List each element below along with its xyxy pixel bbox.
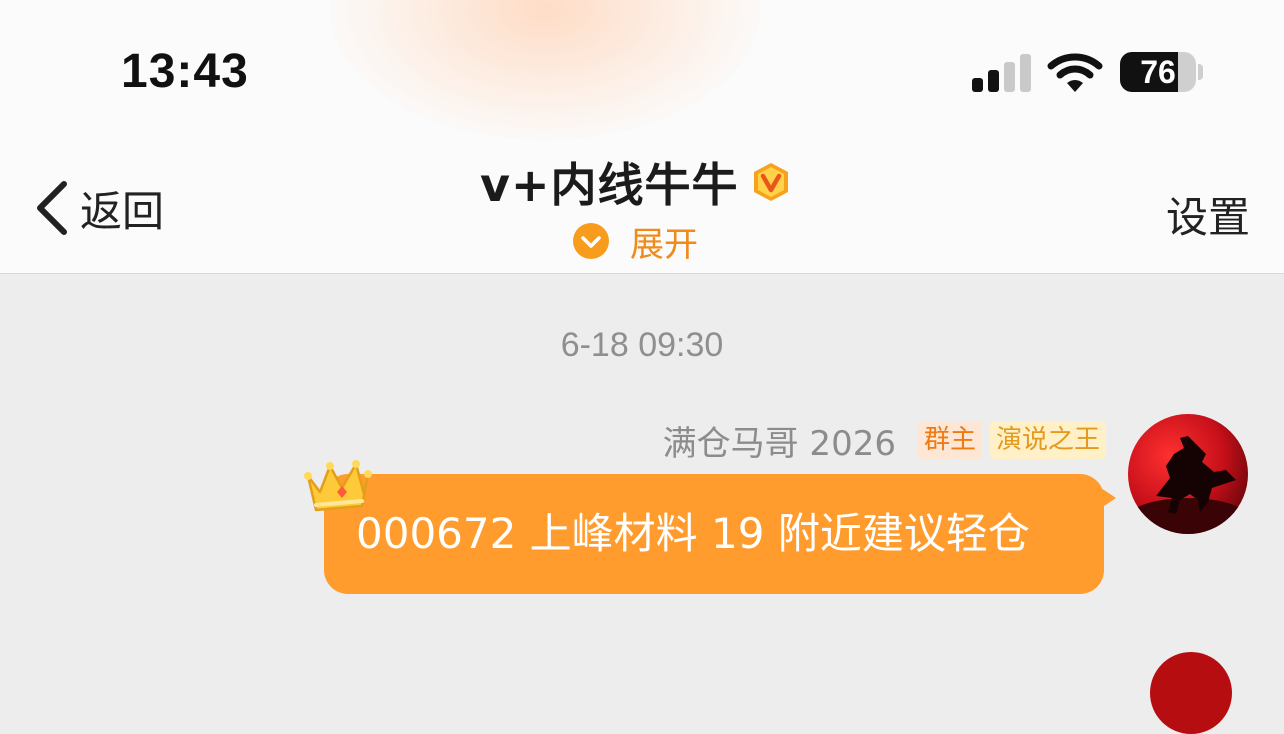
header-glow: [330, 0, 760, 140]
battery-cap: [1198, 64, 1203, 80]
crown-icon: [304, 460, 372, 512]
chat-title: v+内线牛牛: [480, 158, 739, 212]
avatar[interactable]: [1128, 414, 1248, 534]
v-badge-icon: [753, 163, 788, 201]
chat-title-group[interactable]: v+内线牛牛: [480, 152, 791, 212]
wifi-icon: [1047, 53, 1103, 92]
sender-name: 满仓马哥 2026: [662, 423, 896, 464]
chevron-left-icon: [37, 181, 67, 235]
message-timestamp: 6-18 09:30: [560, 326, 724, 364]
sender-info: 满仓马哥 2026 群主 演说之王: [662, 418, 1106, 464]
chevron-down-circle-icon: [573, 223, 609, 259]
battery-icon: 76: [1120, 52, 1196, 92]
top-header-area: 13:43 76 返回 v+内线牛牛 展开 设置: [0, 0, 1284, 274]
message-bubble[interactable]: 000672 上峰材料 19 附近建议轻仓: [324, 474, 1104, 594]
group-owner-badge: 群主: [917, 421, 982, 459]
expand-toggle[interactable]: 展开: [572, 220, 698, 265]
next-avatar[interactable]: [1150, 652, 1232, 734]
back-button[interactable]: 返回: [32, 178, 164, 238]
cellular-signal-icon: [972, 54, 1034, 92]
bubble-tail: [1098, 486, 1116, 510]
speaker-title-badge: 演说之王: [989, 421, 1106, 459]
horse-avatar-icon: [1128, 414, 1248, 534]
status-time: 13:43: [121, 45, 249, 98]
battery-percent: 76: [1140, 54, 1176, 90]
back-label: 返回: [80, 186, 165, 236]
settings-button[interactable]: 设置: [1166, 184, 1250, 245]
expand-label: 展开: [630, 224, 698, 265]
